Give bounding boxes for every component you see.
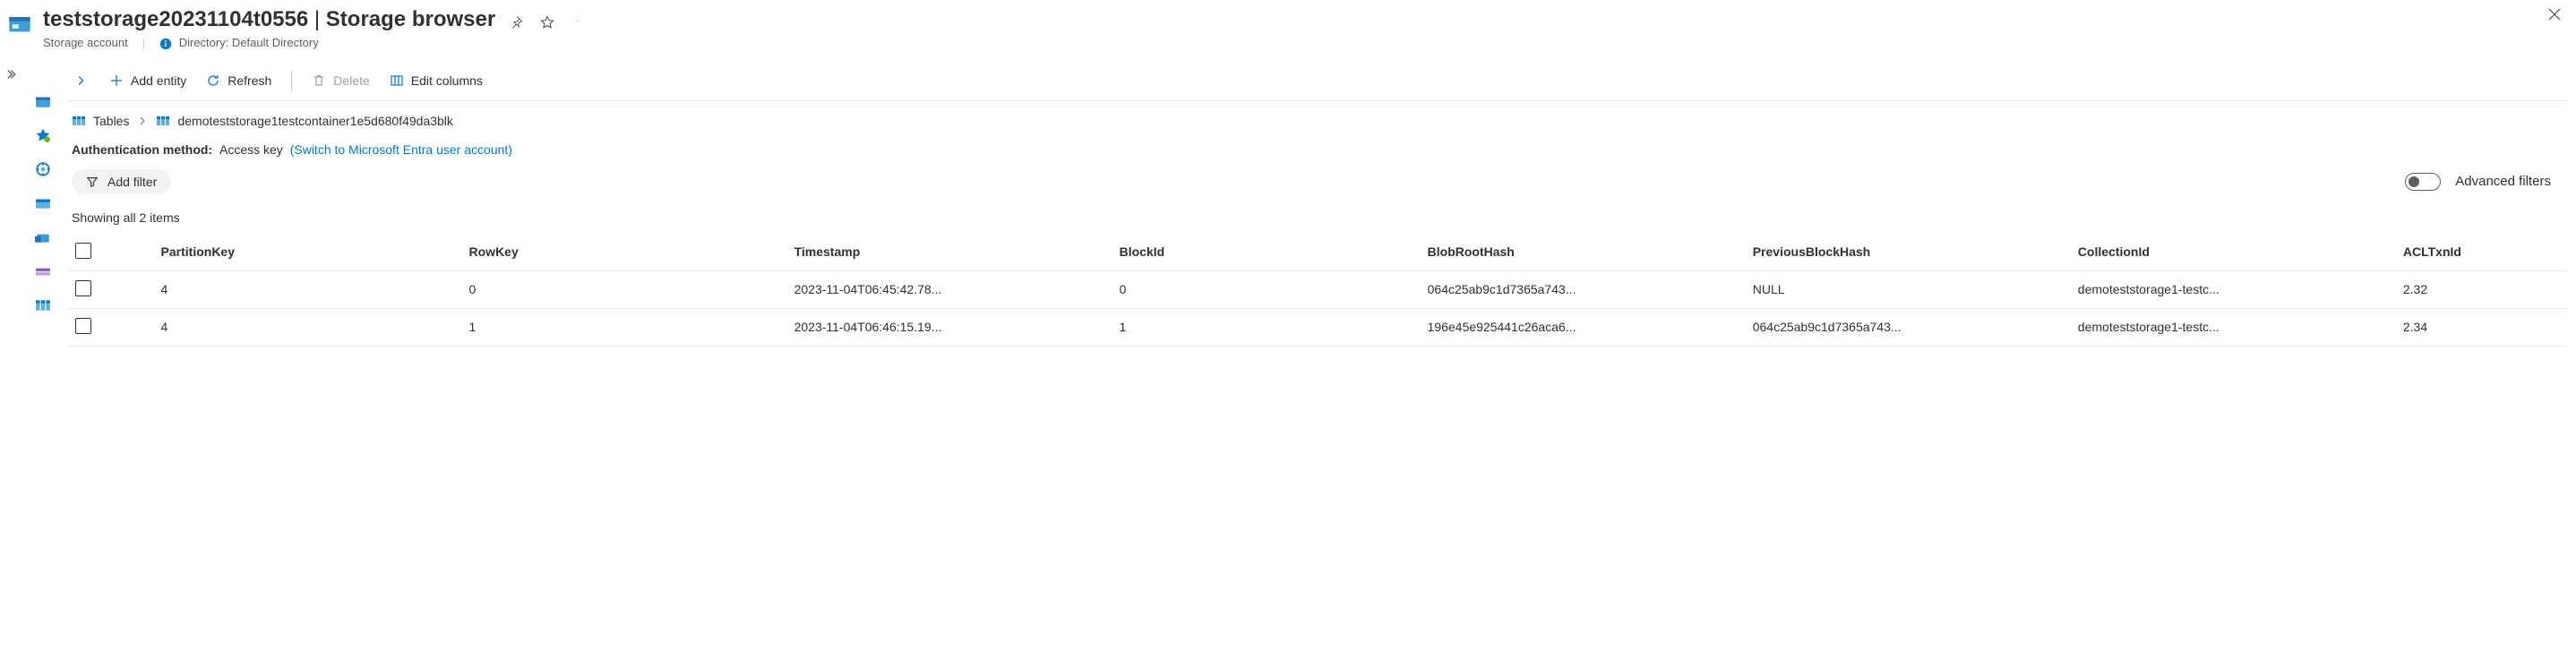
cell-rowkey: 0 [462,270,787,308]
storage-account-name: teststorage20231104t0556 [43,7,308,31]
cell-previousblockhash: 064c25ab9c1d7365a743... [1746,308,2071,346]
cell-partitionkey: 4 [154,308,462,346]
star-icon[interactable] [540,15,554,30]
add-entity-label: Add entity [131,73,186,88]
edit-columns-button[interactable]: Edit columns [386,70,486,91]
plus-icon [109,73,124,88]
nav-item-recent[interactable] [35,161,51,177]
col-blobroothash[interactable]: BlobRootHash [1421,234,1746,271]
resource-type-label: Storage account [43,36,128,49]
add-filter-label: Add filter [107,175,157,189]
cell-rowkey: 1 [462,308,787,346]
entity-table: PartitionKey RowKey Timestamp BlockId Bl… [68,234,2567,347]
title-separator: | [314,7,326,31]
nav-item-favorites[interactable] [35,127,51,143]
cell-blockid: 0 [1112,270,1421,308]
cell-timestamp: 2023-11-04T06:45:42.78... [787,270,1112,308]
advanced-filters-toggle[interactable] [2405,173,2441,191]
columns-icon [390,73,404,88]
delete-label: Delete [333,73,369,88]
breadcrumb: Tables demoteststorage1testcontainer1e5d… [68,101,2567,135]
item-count-label: Showing all 2 items [68,207,2567,234]
cell-acltxnid: 2.34 [2396,308,2567,346]
cell-acltxnid: 2.32 [2396,270,2567,308]
col-previousblockhash[interactable]: PreviousBlockHash [1746,234,2071,271]
cell-blobroothash: 064c25ab9c1d7365a743... [1421,270,1746,308]
cell-collectionid: demoteststorage1-testc... [2071,270,2396,308]
add-entity-button[interactable]: Add entity [106,70,190,91]
cell-blockid: 1 [1112,308,1421,346]
edit-columns-label: Edit columns [411,73,483,88]
row-checkbox[interactable] [75,280,91,296]
auth-method-line: Authentication method: Access key (Switc… [68,135,2567,169]
chevron-right-icon [138,116,147,125]
cell-timestamp: 2023-11-04T06:46:15.19... [787,308,1112,346]
subtitle-separator: | [142,36,145,49]
cell-previousblockhash: NULL [1746,270,2071,308]
toolbar: Add entity Refresh Delete Edit columns [68,61,2567,101]
row-checkbox[interactable] [75,318,91,334]
section-name: Storage browser [326,7,495,31]
cell-partitionkey: 4 [154,270,462,308]
breadcrumb-table[interactable]: demoteststorage1testcontainer1e5d680f49d… [156,114,452,128]
col-collectionid[interactable]: CollectionId [2071,234,2396,271]
table-row[interactable]: 4 0 2023-11-04T06:45:42.78... 0 064c25ab… [68,270,2567,308]
pin-icon[interactable] [510,15,524,30]
advanced-filters-label: Advanced filters [2455,174,2551,189]
nav-item-fileshares[interactable] [35,229,51,245]
refresh-button[interactable]: Refresh [202,70,275,91]
col-partitionkey[interactable]: PartitionKey [154,234,462,271]
nav-item-tables[interactable] [35,297,51,313]
switch-auth-link[interactable]: (Switch to Microsoft Entra user account) [290,142,512,157]
storage-account-icon [7,11,32,36]
col-rowkey[interactable]: RowKey [462,234,787,271]
col-timestamp[interactable]: Timestamp [787,234,1112,271]
refresh-icon [206,73,220,88]
nav-item-containers[interactable] [35,195,51,211]
delete-button: Delete [308,70,373,91]
auth-label: Authentication method: [72,142,212,157]
back-chevron-icon[interactable] [68,74,93,87]
table-icon [156,114,170,128]
select-all-checkbox[interactable] [75,243,91,259]
table-icon [72,114,86,128]
col-blockid[interactable]: BlockId [1112,234,1421,271]
cell-collectionid: demoteststorage1-testc... [2071,308,2396,346]
side-nav [27,61,59,347]
page-title: teststorage20231104t0556 | Storage brows… [43,7,2529,32]
toolbar-separator [291,71,292,90]
expand-chevrons-icon[interactable] [7,68,20,347]
auth-method: Access key [219,142,283,157]
refresh-label: Refresh [228,73,271,88]
info-icon [159,38,172,50]
more-icon[interactable] [571,21,585,25]
add-filter-button[interactable]: Add filter [72,169,171,194]
filter-icon [86,176,99,188]
nav-item-storage[interactable] [35,93,51,109]
trash-icon [312,73,326,88]
nav-item-queues[interactable] [35,263,51,279]
close-button[interactable] [2547,7,2562,21]
col-acltxnid[interactable]: ACLTxnId [2396,234,2567,271]
table-row[interactable]: 4 1 2023-11-04T06:46:15.19... 1 196e45e9… [68,308,2567,346]
directory-label: Directory: Default Directory [159,36,319,50]
cell-blobroothash: 196e45e925441c26aca6... [1421,308,1746,346]
breadcrumb-root[interactable]: Tables [72,114,129,128]
